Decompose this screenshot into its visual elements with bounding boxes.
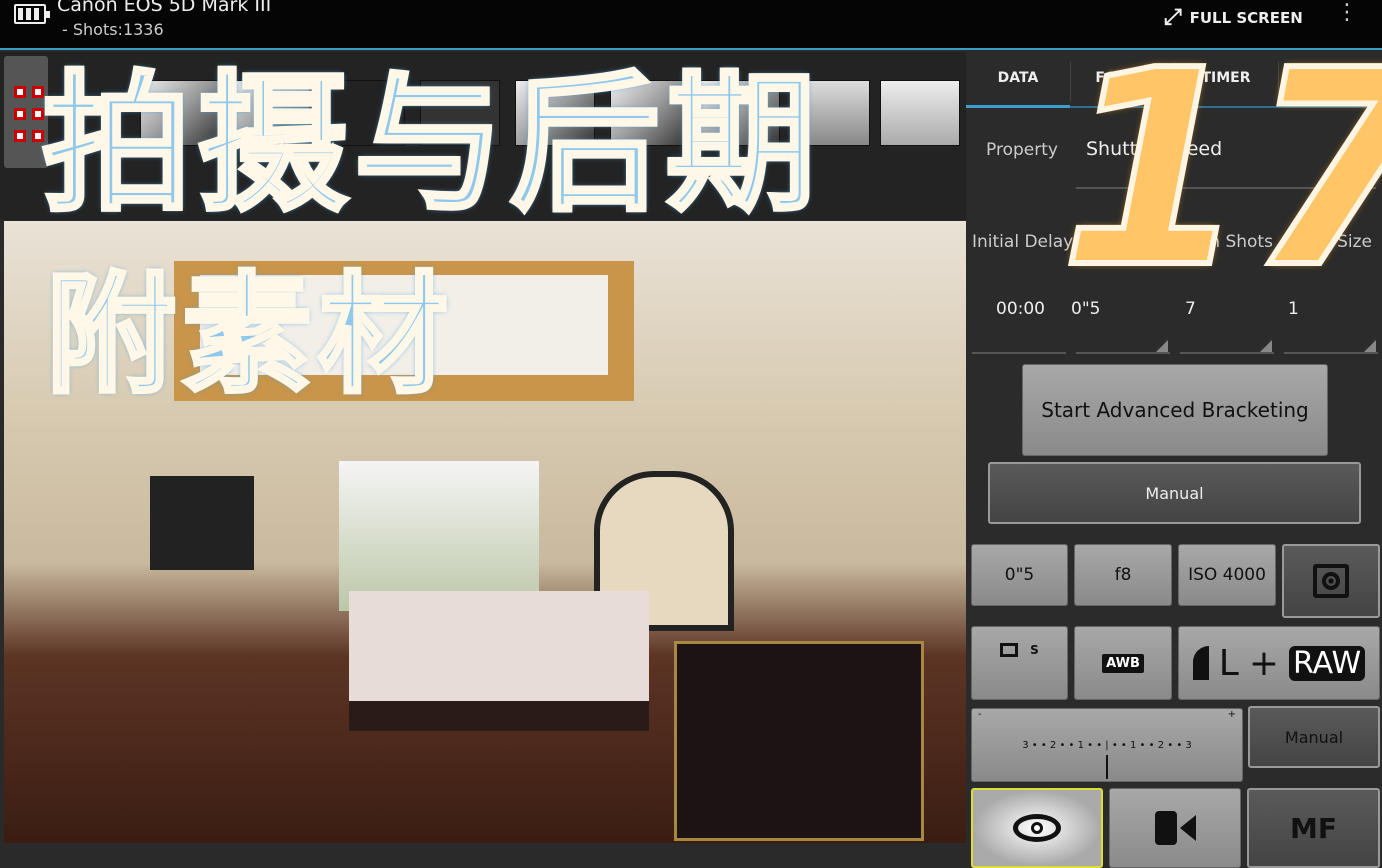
drive-label: S [1030,643,1039,657]
single-shot-icon [1000,643,1019,657]
fine-quality-icon [1192,646,1209,680]
start-bracketing-button[interactable]: Start Advanced Bracketing [1022,364,1328,456]
image-quality-button[interactable]: L + RAW [1178,626,1380,700]
live-view-button[interactable] [971,788,1103,868]
quality-l: L [1218,642,1239,684]
ev-scale: 3 • • 2 • • 1 • • | • • 1 • • 2 • • 3 [1022,739,1192,751]
ev-indicator [1106,755,1108,779]
eye-icon [1013,814,1061,842]
exposure-compensation-slider[interactable]: - + 3 • • 2 • • 1 • • | • • 1 • • 2 • • … [971,708,1243,782]
tab-data[interactable]: DATA [966,70,1070,86]
white-balance-button[interactable]: AWB [1074,626,1172,700]
overlay-title: 拍摄与后期 [40,58,823,232]
raw-badge: RAW [1289,645,1366,681]
shot-count: - Shots:1336 [62,20,164,39]
quality-plus: + [1248,642,1280,684]
awb-badge: AWB [1102,653,1144,673]
exposure-mode-button[interactable]: Manual [1248,706,1380,768]
property-label: Property [986,140,1058,160]
camera-name: Canon EOS 5D Mark III [57,0,272,16]
aperture-button[interactable]: f8 [1074,544,1172,606]
initial-delay-input[interactable]: 00:00 [996,299,1045,319]
active-tab-indicator [966,105,1070,108]
video-record-button[interactable] [1109,788,1241,868]
drive-mode-button[interactable]: S [971,626,1068,700]
bracketing-mode-select[interactable]: Manual [988,462,1361,524]
metering-icon [1313,564,1349,598]
overlay-subtitle: 附素材 [44,258,455,412]
thumbnail[interactable] [880,80,960,146]
initial-delay-label: Initial Delay [972,232,1074,252]
shutter-speed-button[interactable]: 0"5 [971,544,1068,606]
battery-icon [14,4,50,24]
ev-minus: - [978,709,982,720]
metering-button[interactable] [1282,544,1380,618]
episode-number: 17 [1057,12,1382,327]
video-camera-icon [1154,811,1196,845]
focus-mode-button[interactable]: MF [1247,788,1380,868]
ev-plus: + [1227,709,1236,720]
iso-button[interactable]: ISO 4000 [1178,544,1276,606]
